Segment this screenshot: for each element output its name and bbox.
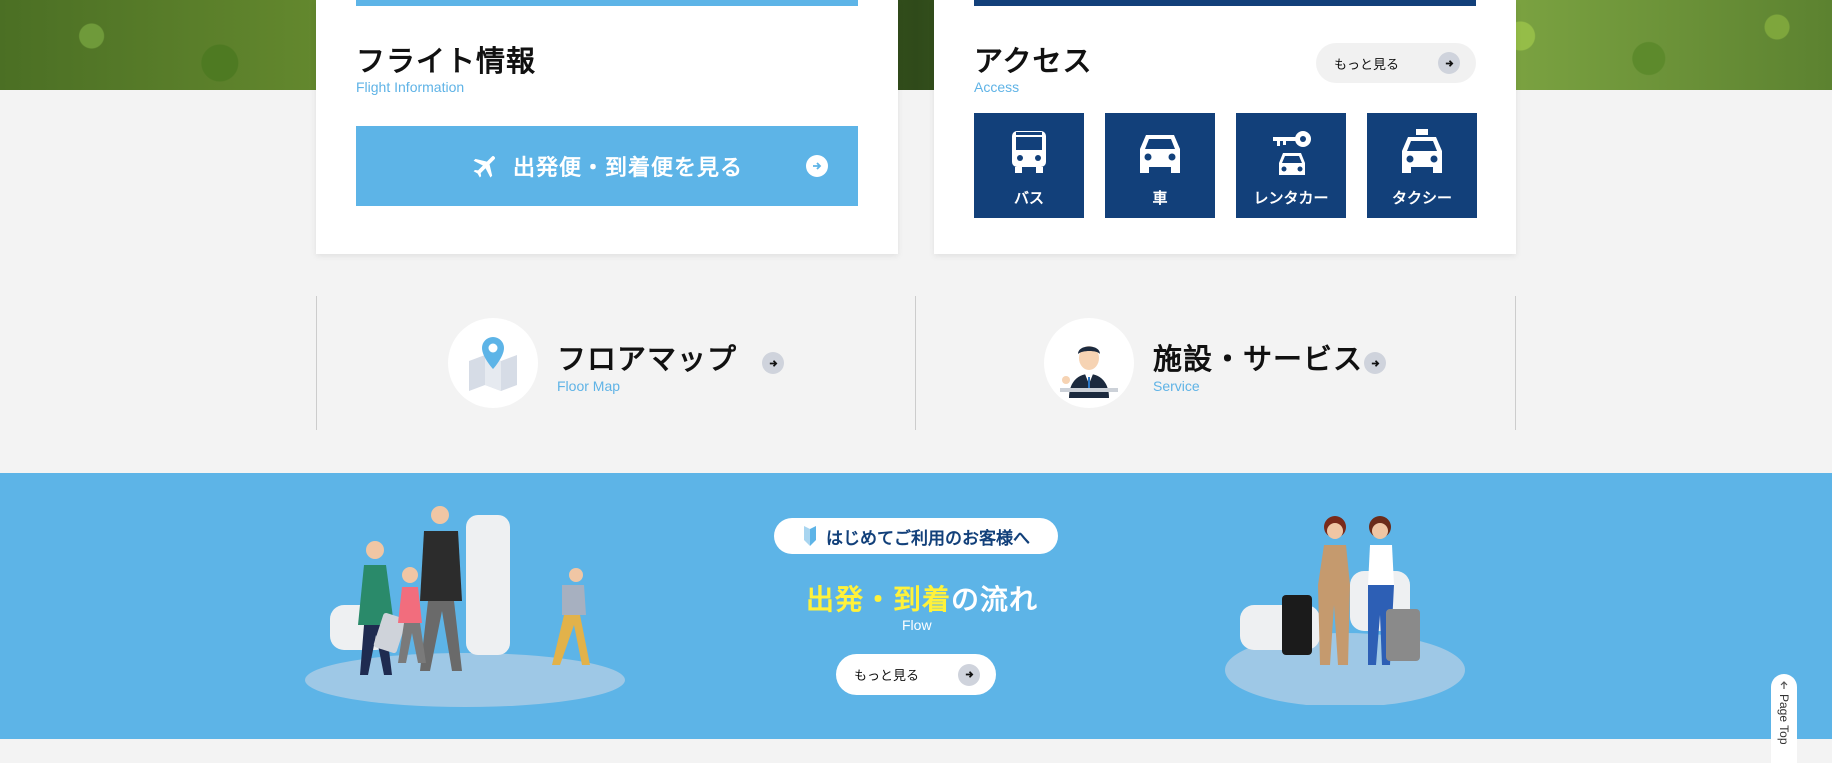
access-more-button[interactable]: もっと見る — [1316, 43, 1476, 83]
flow-title-separator: ・ — [864, 583, 894, 616]
floor-map-title: フロアマップ — [557, 342, 738, 376]
page-top-button[interactable]: Page Top — [1771, 674, 1797, 763]
service-link[interactable]: 施設・サービス Service — [915, 296, 1515, 430]
page-top-label: Page Top — [1777, 694, 1791, 745]
flow-title-suffix: の流れ — [951, 583, 1039, 616]
access-tile-label: レンタカー — [1253, 189, 1329, 207]
access-tile-label: タクシー — [1391, 189, 1452, 207]
access-tile-taxi[interactable]: タクシー — [1367, 113, 1477, 218]
flow-subtitle: Flow — [902, 617, 932, 633]
beginner-mark-icon — [804, 526, 816, 546]
access-title: アクセス — [974, 44, 1093, 78]
bus-icon — [1012, 131, 1046, 173]
flight-info-title: フライト情報 — [356, 44, 537, 78]
car-icon — [1140, 135, 1180, 173]
women-travelers-illustration — [1225, 516, 1465, 705]
arrow-right-icon — [762, 352, 784, 374]
map-pin-icon — [448, 318, 538, 408]
arrow-up-icon — [1780, 681, 1788, 689]
flight-card-accent-bar — [356, 0, 858, 6]
airplane-icon — [473, 156, 495, 178]
access-tile-car[interactable]: 車 — [1105, 113, 1215, 218]
access-subtitle: Access — [974, 79, 1020, 95]
first-time-visitor-label: はじめてご利用のお客様へ — [826, 528, 1030, 549]
arrow-right-icon — [806, 155, 828, 177]
rental-car-key-icon — [1273, 131, 1311, 175]
flight-info-card: フライト情報 Flight Information 出発便・到着便を見る — [316, 0, 898, 254]
first-time-visitor-pill: はじめてご利用のお客様へ — [774, 518, 1058, 554]
arrow-right-icon — [1438, 52, 1460, 74]
family-travelers-illustration — [305, 506, 625, 707]
flow-more-label: もっと見る — [854, 669, 920, 684]
floor-map-link[interactable]: フロアマップ Floor Map — [316, 296, 915, 430]
floor-map-subtitle: Floor Map — [557, 378, 621, 394]
access-tile-rental-car[interactable]: レンタカー — [1236, 113, 1346, 218]
access-tile-bus[interactable]: バス — [974, 113, 1084, 218]
flight-info-subtitle: Flight Information — [356, 79, 465, 95]
departures-arrivals-button[interactable]: 出発便・到着便を見る — [356, 126, 858, 206]
taxi-icon — [1402, 129, 1442, 173]
access-card: アクセス Access もっと見る バス 車 レンタカー タクシー — [934, 0, 1516, 254]
arrow-right-icon — [958, 663, 980, 686]
arrow-right-icon — [1364, 352, 1386, 374]
access-card-accent-bar — [974, 0, 1476, 6]
hero-foliage-background — [0, 0, 1832, 90]
flow-title-departure: 出発 — [806, 583, 865, 616]
divider — [1515, 296, 1516, 430]
flow-more-button[interactable]: もっと見る — [836, 654, 996, 695]
access-tile-label: 車 — [1152, 189, 1168, 207]
service-subtitle: Service — [1153, 378, 1200, 394]
service-title: 施設・サービス — [1153, 342, 1364, 376]
access-tile-label: バス — [1013, 189, 1044, 207]
concierge-staff-icon — [1044, 318, 1134, 408]
flow-title: 出発・到着の流れ — [806, 578, 1038, 618]
access-more-label: もっと見る — [1334, 57, 1400, 73]
departures-arrivals-label: 出発便・到着便を見る — [512, 156, 743, 181]
flow-title-arrival: 到着 — [893, 583, 952, 616]
